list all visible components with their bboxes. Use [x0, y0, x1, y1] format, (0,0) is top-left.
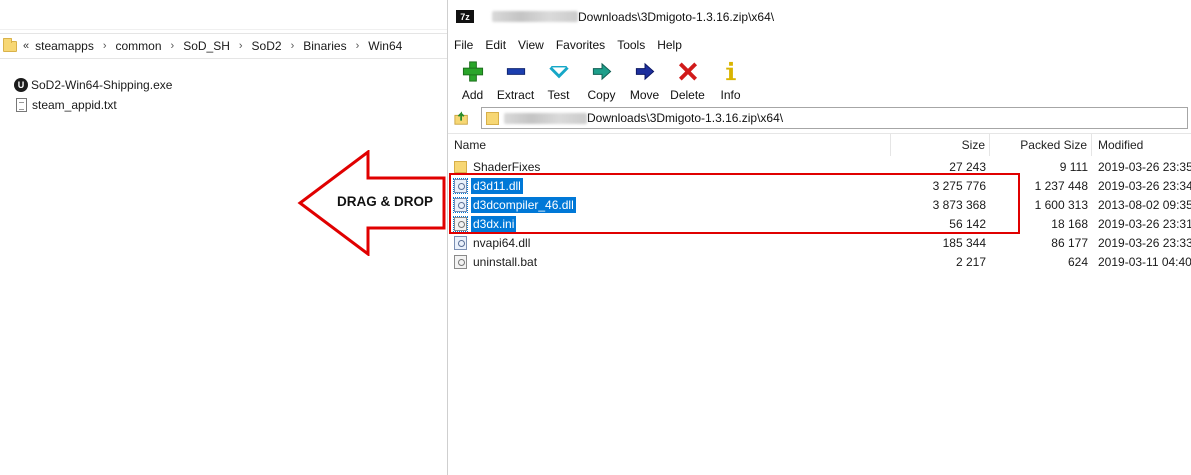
column-header-packed-size[interactable]: Packed Size: [990, 134, 1092, 156]
path-bar: Downloads\3Dmigoto-1.3.16.zip\x64\: [448, 107, 1191, 129]
breadcrumb-steamapps[interactable]: steamapps: [35, 39, 94, 53]
row-size: 27 243: [949, 159, 986, 174]
chevron-right-icon[interactable]: ›: [103, 40, 107, 52]
row-packed-size: 86 177: [1051, 235, 1088, 250]
row-name: uninstall.bat: [473, 254, 538, 269]
chevron-right-icon[interactable]: ›: [291, 40, 295, 52]
7zip-logo-icon: 7z: [456, 10, 474, 23]
extract-button[interactable]: Extract: [494, 58, 537, 102]
breadcrumb-win64[interactable]: Win64: [368, 39, 402, 53]
dll-file-icon: [454, 235, 467, 250]
row-name: nvapi64.dll: [473, 235, 531, 250]
unreal-engine-icon: U: [14, 78, 28, 92]
test-label: Test: [547, 88, 570, 102]
add-label: Add: [461, 88, 484, 102]
row-modified: 2019-03-26 23:35: [1098, 159, 1191, 174]
extract-label: Extract: [496, 88, 535, 102]
delete-icon: [678, 62, 697, 81]
highlight-box: [449, 173, 1020, 234]
path-text: Downloads\3Dmigoto-1.3.16.zip\x64\: [587, 111, 784, 125]
list-header: Name Size Packed Size Modified: [448, 134, 1191, 156]
chevron-right-icon[interactable]: ›: [356, 40, 360, 52]
test-icon: [548, 65, 569, 79]
add-icon: [462, 61, 483, 82]
row-modified: 2013-08-02 09:35: [1098, 197, 1191, 212]
column-header-size[interactable]: Size: [891, 134, 990, 156]
move-button[interactable]: Move: [623, 58, 666, 102]
menu-view[interactable]: View: [518, 38, 544, 52]
row-packed-size: 9 111: [1059, 159, 1088, 174]
extract-icon: [506, 68, 525, 75]
copy-icon: [592, 62, 611, 81]
breadcrumb-binaries[interactable]: Binaries: [303, 39, 346, 53]
file-item-txt[interactable]: steam_appid.txt: [14, 96, 117, 114]
move-label: Move: [629, 88, 660, 102]
chevron-right-icon[interactable]: ›: [239, 40, 243, 52]
folder-icon: [454, 160, 467, 173]
info-label: Info: [720, 88, 741, 102]
folder-icon: [486, 111, 499, 125]
row-modified: 2019-03-26 23:33: [1098, 235, 1191, 250]
text-file-icon: [16, 98, 27, 112]
row-packed-size: 624: [1067, 254, 1088, 269]
7zip-window: 7z Downloads\3Dmigoto-1.3.16.zip\x64\ Fi…: [447, 0, 1191, 475]
row-modified: 2019-03-26 23:34: [1098, 178, 1191, 193]
file-item-exe[interactable]: U SoD2-Win64-Shipping.exe: [14, 76, 172, 94]
redacted-path: [504, 112, 587, 124]
delete-button[interactable]: Delete: [666, 58, 709, 102]
row-modified: 2019-03-26 23:31: [1098, 216, 1191, 231]
toolbar: Add Extract Test Copy Move Delete Info: [448, 58, 1191, 102]
menu-favorites[interactable]: Favorites: [556, 38, 605, 52]
breadcrumb-overflow[interactable]: «: [23, 40, 29, 52]
chevron-right-icon[interactable]: ›: [171, 40, 175, 52]
row-size: 2 217: [955, 254, 986, 269]
column-header-name[interactable]: Name: [448, 134, 891, 156]
file-name: steam_appid.txt: [32, 98, 117, 112]
table-row[interactable]: uninstall.bat 2 217 624 2019-03-11 04:40: [448, 252, 1191, 271]
breadcrumb-sod-sh[interactable]: SoD_SH: [183, 39, 230, 53]
redacted-path: [492, 11, 578, 22]
menu-help[interactable]: Help: [657, 38, 682, 52]
info-icon: [725, 61, 736, 81]
menu-bar: File Edit View Favorites Tools Help: [448, 35, 1191, 55]
bat-file-icon: [454, 254, 467, 269]
breadcrumb-sod2[interactable]: SoD2: [252, 39, 282, 53]
copy-label: Copy: [587, 88, 616, 102]
table-row[interactable]: nvapi64.dll 185 344 86 177 2019-03-26 23…: [448, 233, 1191, 252]
file-name: SoD2-Win64-Shipping.exe: [31, 78, 173, 92]
menu-file[interactable]: File: [454, 38, 473, 52]
row-modified: 2019-03-11 04:40: [1098, 254, 1191, 269]
breadcrumb-common[interactable]: common: [116, 39, 162, 53]
path-input[interactable]: Downloads\3Dmigoto-1.3.16.zip\x64\: [481, 107, 1188, 129]
move-icon: [635, 62, 654, 81]
delete-label: Delete: [670, 88, 705, 102]
window-title: Downloads\3Dmigoto-1.3.16.zip\x64\: [578, 9, 775, 24]
up-folder-button[interactable]: [451, 108, 473, 128]
menu-tools[interactable]: Tools: [617, 38, 645, 52]
info-button[interactable]: Info: [709, 58, 752, 102]
test-button[interactable]: Test: [537, 58, 580, 102]
column-header-modified[interactable]: Modified: [1092, 134, 1191, 156]
menu-edit[interactable]: Edit: [485, 38, 506, 52]
explorer-ribbon-area: [0, 0, 447, 30]
explorer-address-bar[interactable]: « steamapps › common › SoD_SH › SoD2 › B…: [0, 33, 447, 59]
add-button[interactable]: Add: [451, 58, 494, 102]
title-bar: 7z Downloads\3Dmigoto-1.3.16.zip\x64\: [448, 0, 1191, 33]
folder-icon: [3, 37, 17, 52]
drag-drop-label: DRAG & DROP: [336, 194, 433, 209]
row-size: 185 344: [942, 235, 986, 250]
up-folder-icon: [454, 111, 468, 125]
copy-button[interactable]: Copy: [580, 58, 623, 102]
